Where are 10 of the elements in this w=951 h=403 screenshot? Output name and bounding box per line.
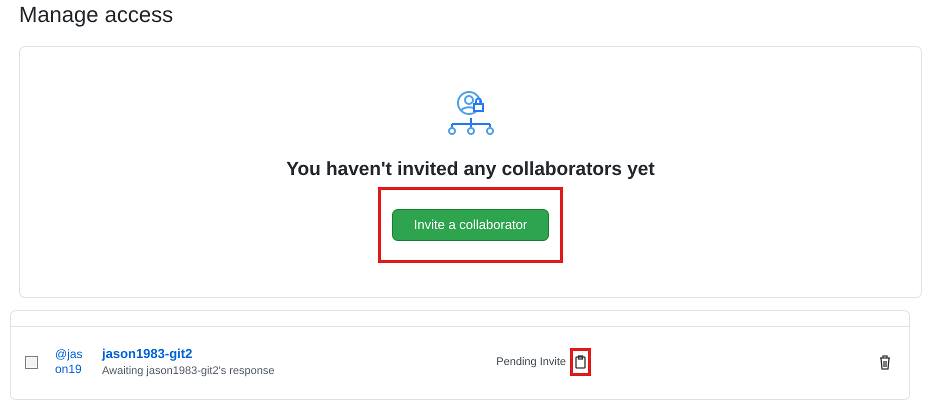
invite-note: Awaiting jason1983-git2's response [102,364,275,379]
collaborator-name[interactable]: jason1983-git2 [102,345,192,363]
clipboard-icon[interactable] [575,355,586,369]
avatar-alt-text: @jason19 [55,347,84,377]
invite-status: Pending Invite [496,354,566,370]
page-title: Manage access [19,1,174,28]
select-checkbox[interactable] [25,356,38,368]
invite-collaborator-button[interactable]: Invite a collaborator [392,209,549,241]
trash-icon[interactable] [879,354,891,370]
empty-state-message: You haven't invited any collaborators yet [286,158,655,182]
